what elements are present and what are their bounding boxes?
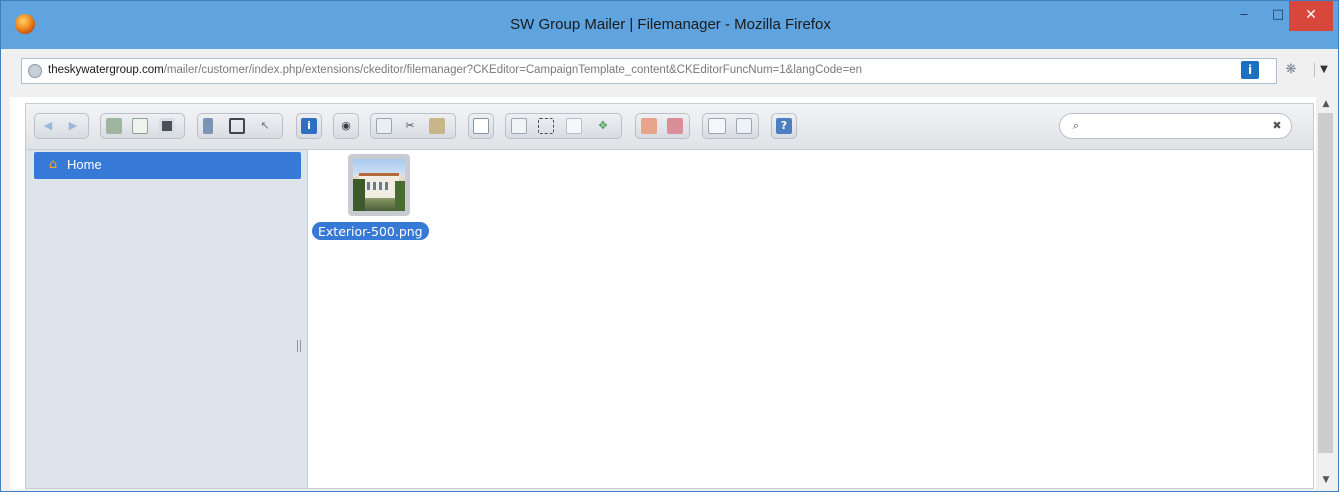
addon-icon[interactable]: ❋ (1282, 61, 1300, 79)
edit-icon[interactable] (538, 118, 554, 134)
vertical-scrollbar[interactable]: ▲ ▼ (1316, 97, 1336, 489)
tree-shape (395, 181, 405, 211)
file-name-label[interactable]: Exterior-500.png (312, 222, 429, 240)
url-path: /mailer/customer/index.php/extensions/ck… (163, 64, 863, 76)
copy-icon[interactable] (376, 118, 392, 134)
forward-icon[interactable]: ▶ (65, 118, 81, 134)
close-button[interactable]: ✕ (1289, 1, 1333, 31)
tree-item-home[interactable]: ⌂ Home (34, 152, 301, 179)
toolbar-group-edit: ✥ (505, 113, 622, 139)
view-list-icon[interactable] (736, 118, 752, 134)
browser-window: SW Group Mailer | Filemanager - Mozilla … (0, 0, 1339, 492)
file-manager: ◀ ▶ ↖ i ◉ ✂ ✥ ? ⌕ ✖ ⌂ Home Exterior-500.… (25, 103, 1314, 489)
toolbar-group-info: i (296, 113, 322, 139)
save-icon[interactable] (159, 118, 175, 134)
preview-icon[interactable]: ◉ (338, 118, 354, 134)
building-shape (359, 173, 399, 198)
search-input[interactable] (1088, 118, 1262, 136)
scroll-down-icon[interactable]: ▼ (1316, 473, 1336, 487)
page-viewport: ◀ ▶ ↖ i ◉ ✂ ✥ ? ⌕ ✖ ⌂ Home Exterior-500.… (10, 97, 1316, 489)
open-icon[interactable] (203, 118, 213, 134)
minimize-button[interactable]: ‒ (1227, 1, 1261, 31)
help-icon[interactable]: ? (776, 118, 792, 134)
save-as-icon[interactable] (229, 118, 245, 134)
toolbar-group-help: ? (771, 113, 797, 139)
window-title: SW Group Mailer | Filemanager - Mozilla … (510, 16, 831, 33)
home-icon: ⌂ (48, 157, 58, 172)
address-bar[interactable]: theskywatergroup.com/mailer/customer/ind… (21, 58, 1277, 84)
file-manager-toolbar: ◀ ▶ ↖ i ◉ ✂ ✥ ? ⌕ ✖ (26, 104, 1313, 150)
search-icon: ⌕ (1072, 119, 1080, 132)
toolbar-group-navigation: ◀ ▶ (34, 113, 89, 139)
tree-item-label: Home (67, 157, 102, 172)
toolbar-group-file (100, 113, 185, 139)
scroll-up-icon[interactable]: ▲ (1316, 97, 1336, 111)
cut-icon[interactable]: ✂ (402, 118, 418, 134)
file-item[interactable]: Exterior-500.png (312, 154, 444, 244)
paste-icon[interactable] (429, 118, 445, 134)
info-icon[interactable]: i (301, 118, 317, 134)
view-icons-icon[interactable] (708, 118, 726, 134)
pane-resize-handle[interactable] (297, 340, 301, 352)
search-box[interactable]: ⌕ ✖ (1059, 113, 1292, 139)
tree-shape (353, 179, 365, 211)
sort-icon[interactable] (667, 118, 683, 134)
back-icon[interactable]: ◀ (40, 118, 56, 134)
upload-icon[interactable] (132, 118, 148, 134)
file-list: Exterior-500.png (308, 150, 1313, 488)
mkdir-icon[interactable] (106, 118, 122, 134)
toolbar-group-clipboard: ✂ (370, 113, 456, 139)
toolbar-group-rename (468, 113, 494, 139)
select-icon[interactable]: ↖ (257, 118, 273, 134)
url-host: theskywatergroup.com (48, 64, 164, 76)
info-icon[interactable]: i (1241, 61, 1259, 79)
folder-tree: ⌂ Home (26, 150, 308, 488)
toolbar-group-view (702, 113, 759, 139)
rename-icon[interactable] (473, 118, 489, 134)
chevron-down-icon[interactable]: ▼ (1314, 63, 1333, 77)
toolbar-group-archive (635, 113, 690, 139)
scroll-thumb[interactable] (1318, 113, 1333, 453)
image-preview (353, 159, 405, 211)
duplicate-icon[interactable] (511, 118, 527, 134)
archive-icon[interactable] (641, 118, 657, 134)
url-text[interactable]: theskywatergroup.com/mailer/customer/ind… (48, 64, 862, 76)
toolbar-group-open: ↖ (197, 113, 283, 139)
title-bar[interactable]: SW Group Mailer | Filemanager - Mozilla … (1, 1, 1338, 49)
clear-search-icon[interactable]: ✖ (1270, 119, 1284, 133)
extract-icon[interactable]: ✥ (595, 118, 611, 134)
resize-icon[interactable] (566, 118, 582, 134)
toolbar-group-preview: ◉ (333, 113, 359, 139)
globe-icon (28, 64, 42, 78)
file-thumbnail[interactable] (348, 154, 410, 216)
